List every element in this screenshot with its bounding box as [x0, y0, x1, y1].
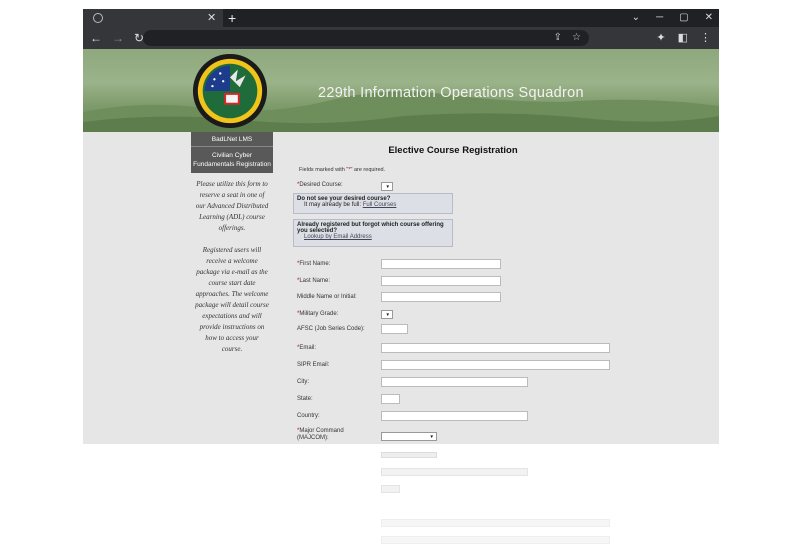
back-button[interactable]: ←	[90, 27, 102, 49]
extensions-icon[interactable]: ✦	[656, 27, 665, 49]
sidebar-paragraph: Please utilize this form to reserve a se…	[195, 180, 269, 232]
new-tab-button[interactable]: +	[228, 9, 236, 27]
full-courses-box: Do not see your desired course? It may a…	[293, 193, 453, 214]
sidebar-item-lms[interactable]: BadLNet LMS	[191, 132, 273, 147]
minimize-button[interactable]: ─	[656, 9, 663, 27]
forward-button[interactable]: →	[112, 27, 124, 49]
share-icon[interactable]: ⇪	[554, 30, 562, 46]
lookup-email-link[interactable]: Lookup by Email Address	[304, 234, 372, 240]
full-courses-link[interactable]: Full Courses	[363, 202, 397, 208]
chevron-down-icon[interactable]: ⌄	[632, 9, 640, 27]
tab-bar: ✕ + ⌄ ─ ▢ ✕	[83, 9, 719, 27]
side-panel-icon[interactable]: ◧	[678, 27, 688, 49]
banner-title: 229th Information Operations Squadron	[318, 85, 584, 101]
first-name-input[interactable]	[381, 259, 501, 269]
close-window-button[interactable]: ✕	[705, 9, 713, 27]
menu-icon[interactable]: ⋮	[700, 27, 711, 49]
military-grade-label: *Military Grade:	[297, 311, 339, 317]
last-name-input[interactable]	[381, 276, 501, 286]
site-banner: 229th Information Operations Squadron	[83, 49, 719, 132]
desired-course-select[interactable]: ▼	[381, 182, 393, 191]
maximize-button[interactable]: ▢	[679, 9, 688, 27]
middle-name-label: Middle Name or Initial:	[297, 294, 357, 300]
first-name-label: *First Name:	[297, 261, 331, 267]
active-tab[interactable]: ✕	[83, 9, 223, 27]
desired-course-label: *Desired Course:	[297, 182, 343, 188]
loading-spinner-icon	[93, 13, 103, 23]
last-name-label: *Last Name:	[297, 278, 331, 284]
required-note: Fields marked with "*" are required.	[299, 167, 386, 173]
address-bar[interactable]: ⇪ ☆	[143, 30, 589, 46]
lookup-box: Already registered but forgot which cour…	[293, 219, 453, 247]
tab-close-icon[interactable]: ✕	[207, 11, 216, 24]
military-grade-select[interactable]: ▼	[381, 310, 393, 319]
form-title: Elective Course Registration	[388, 145, 518, 156]
middle-name-input[interactable]	[381, 292, 501, 302]
sidebar-item-registration[interactable]: Civilian Cyber Fundamentals Registration	[191, 147, 273, 173]
reflection-fade	[83, 444, 719, 560]
browser-toolbar: ← → ↻ ⇪ ☆ ✦ ◧ ⋮	[83, 27, 719, 49]
window-reflection	[83, 328, 719, 444]
star-icon[interactable]: ☆	[572, 30, 581, 46]
squadron-patch-logo	[192, 53, 268, 129]
